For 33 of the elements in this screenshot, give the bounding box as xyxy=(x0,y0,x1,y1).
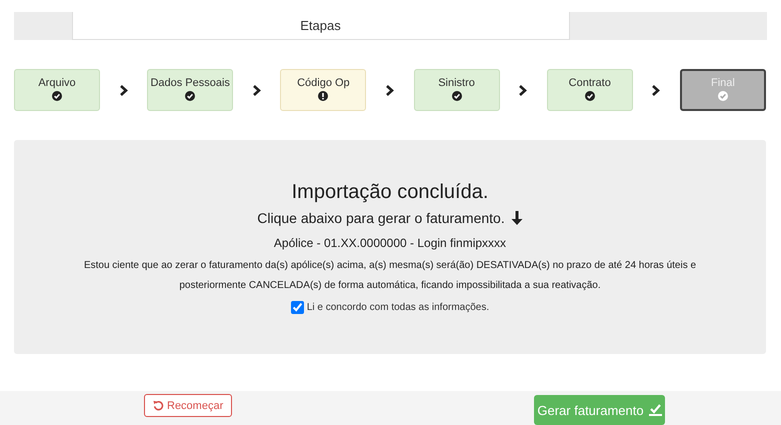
step-card[interactable]: Sinistro xyxy=(414,69,500,111)
check-badge-icon xyxy=(185,91,196,101)
step-label: Contrato xyxy=(568,77,611,89)
agree-checkbox[interactable] xyxy=(290,301,304,314)
panel-subtitle: Clique abaixo para gerar o faturamento. xyxy=(257,210,505,226)
step-card[interactable]: Contrato xyxy=(546,69,633,111)
check-badge-icon xyxy=(584,91,595,101)
step-card[interactable]: Dados Pessoais xyxy=(147,69,234,111)
check-badge-icon xyxy=(718,91,728,101)
step-label: Final xyxy=(711,77,735,89)
chevron-right-icon xyxy=(386,84,394,96)
restart-button[interactable]: Recomeçar xyxy=(144,394,232,417)
chevron-right-icon xyxy=(252,84,261,96)
chevron-right-icon xyxy=(652,84,660,96)
restart-icon xyxy=(153,400,164,411)
step-card[interactable]: Arquivo xyxy=(14,69,100,111)
panel-title: Importação concluída. xyxy=(292,181,488,204)
chevron-right-icon xyxy=(519,84,528,96)
arrow-down-icon xyxy=(510,211,523,225)
step-label: Arquivo xyxy=(38,77,76,89)
header-title: Etapas xyxy=(72,12,570,40)
step-label: Dados Pessoais xyxy=(150,77,230,89)
step-label: Código Op xyxy=(297,77,350,89)
agree-label: Li e concordo com todas as informações. xyxy=(306,302,490,313)
policy-text: Apólice - 01.XX.0000000 - Login finmipxxxx xyxy=(274,236,506,250)
notice-text: Estou ciente que ao zerar o faturamento da(s) apólice(s) acima, a(s) mesma(s) será(ão) DESATIVADA(s) no prazo de até 24 horas úteis e posteriormente CANCELADA(s) de forma automática, ficando impossibilitada a sua reativação. xyxy=(82,259,698,293)
step-card[interactable]: Código Op xyxy=(280,69,366,111)
check-badge-icon xyxy=(52,91,62,101)
step-label: Sinistro xyxy=(438,77,475,89)
check-tray-icon xyxy=(648,404,662,416)
chevron-right-icon xyxy=(120,84,128,96)
exclamation-badge-icon xyxy=(318,91,328,101)
check-badge-icon xyxy=(452,91,462,101)
